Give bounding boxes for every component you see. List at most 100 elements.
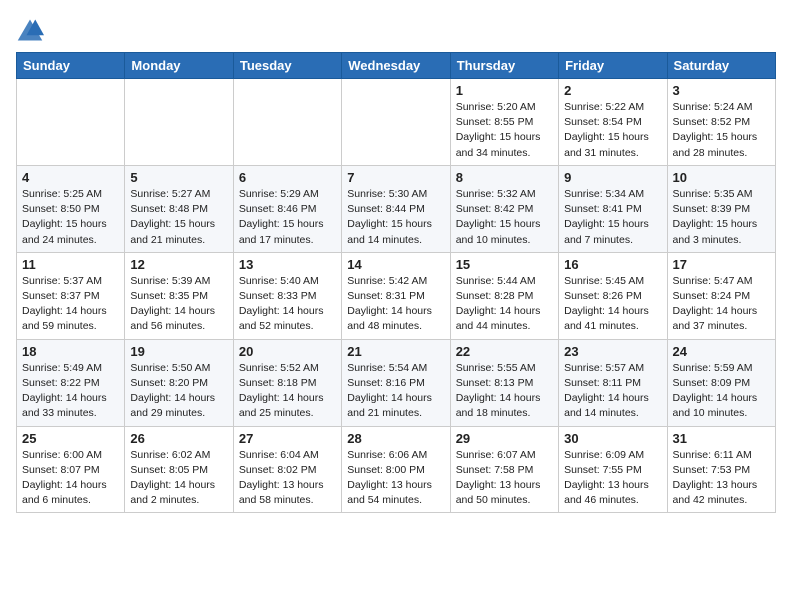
day-info: Sunrise: 5:52 AM Sunset: 8:18 PM Dayligh…: [239, 361, 336, 422]
day-info: Sunrise: 5:55 AM Sunset: 8:13 PM Dayligh…: [456, 361, 553, 422]
day-number: 18: [22, 344, 119, 359]
calendar-cell: [125, 79, 233, 166]
calendar-cell: 21Sunrise: 5:54 AM Sunset: 8:16 PM Dayli…: [342, 339, 450, 426]
day-info: Sunrise: 5:29 AM Sunset: 8:46 PM Dayligh…: [239, 187, 336, 248]
day-number: 16: [564, 257, 661, 272]
day-info: Sunrise: 5:35 AM Sunset: 8:39 PM Dayligh…: [673, 187, 770, 248]
calendar-cell: 20Sunrise: 5:52 AM Sunset: 8:18 PM Dayli…: [233, 339, 341, 426]
day-number: 8: [456, 170, 553, 185]
day-info: Sunrise: 5:50 AM Sunset: 8:20 PM Dayligh…: [130, 361, 227, 422]
calendar-cell: 16Sunrise: 5:45 AM Sunset: 8:26 PM Dayli…: [559, 252, 667, 339]
calendar-cell: 17Sunrise: 5:47 AM Sunset: 8:24 PM Dayli…: [667, 252, 775, 339]
day-info: Sunrise: 5:25 AM Sunset: 8:50 PM Dayligh…: [22, 187, 119, 248]
calendar-cell: 5 Sunrise: 5:27 AM Sunset: 8:48 PM Daylig…: [125, 165, 233, 252]
day-info: Sunrise: 5:39 AM Sunset: 8:35 PM Dayligh…: [130, 274, 227, 335]
day-number: 9: [564, 170, 661, 185]
day-info: Sunrise: 5:24 AM Sunset: 8:52 PM Dayligh…: [673, 100, 770, 161]
day-info: Sunrise: 5:20 AM Sunset: 8:55 PM Dayligh…: [456, 100, 553, 161]
day-number: 11: [22, 257, 119, 272]
calendar-cell: 14 Sunrise: 5:42 AM Sunset: 8:31 PM Dayli…: [342, 252, 450, 339]
calendar-cell: 6 Sunrise: 5:29 AM Sunset: 8:46 PM Daylig…: [233, 165, 341, 252]
calendar-cell: 26 Sunrise: 6:02 AM Sunset: 8:05 PM Dayli…: [125, 426, 233, 513]
logo-icon: [16, 16, 44, 44]
calendar-cell: 12 Sunrise: 5:39 AM Sunset: 8:35 PM Dayli…: [125, 252, 233, 339]
calendar-cell: 15 Sunrise: 5:44 AM Sunset: 8:28 PM Dayli…: [450, 252, 558, 339]
calendar-cell: 27 Sunrise: 6:04 AM Sunset: 8:02 PM Dayli…: [233, 426, 341, 513]
calendar-week-1: 1 Sunrise: 5:20 AM Sunset: 8:55 PM Daylig…: [17, 79, 776, 166]
weekday-header-thursday: Thursday: [450, 53, 558, 79]
day-number: 1: [456, 83, 553, 98]
calendar-cell: 4 Sunrise: 5:25 AM Sunset: 8:50 PM Daylig…: [17, 165, 125, 252]
day-number: 27: [239, 431, 336, 446]
day-info: Sunrise: 6:07 AM Sunset: 7:58 PM Dayligh…: [456, 448, 553, 509]
calendar-cell: [233, 79, 341, 166]
weekday-header-monday: Monday: [125, 53, 233, 79]
day-number: 31: [673, 431, 770, 446]
weekday-header-saturday: Saturday: [667, 53, 775, 79]
calendar-cell: 3 Sunrise: 5:24 AM Sunset: 8:52 PM Daylig…: [667, 79, 775, 166]
day-number: 30: [564, 431, 661, 446]
calendar-table: SundayMondayTuesdayWednesdayThursdayFrid…: [16, 52, 776, 513]
day-info: Sunrise: 6:09 AM Sunset: 7:55 PM Dayligh…: [564, 448, 661, 509]
day-number: 3: [673, 83, 770, 98]
day-number: 6: [239, 170, 336, 185]
calendar-cell: [342, 79, 450, 166]
calendar-cell: 1 Sunrise: 5:20 AM Sunset: 8:55 PM Daylig…: [450, 79, 558, 166]
calendar-week-5: 25 Sunrise: 6:00 AM Sunset: 8:07 PM Dayli…: [17, 426, 776, 513]
calendar-week-3: 11 Sunrise: 5:37 AM Sunset: 8:37 PM Dayli…: [17, 252, 776, 339]
calendar-cell: [17, 79, 125, 166]
weekday-header-tuesday: Tuesday: [233, 53, 341, 79]
calendar-cell: 9Sunrise: 5:34 AM Sunset: 8:41 PM Daylig…: [559, 165, 667, 252]
calendar-cell: 13Sunrise: 5:40 AM Sunset: 8:33 PM Dayli…: [233, 252, 341, 339]
calendar-cell: 2Sunrise: 5:22 AM Sunset: 8:54 PM Daylig…: [559, 79, 667, 166]
day-number: 15: [456, 257, 553, 272]
calendar-cell: 30 Sunrise: 6:09 AM Sunset: 7:55 PM Dayli…: [559, 426, 667, 513]
calendar-week-4: 18 Sunrise: 5:49 AM Sunset: 8:22 PM Dayli…: [17, 339, 776, 426]
calendar-cell: 24Sunrise: 5:59 AM Sunset: 8:09 PM Dayli…: [667, 339, 775, 426]
day-number: 28: [347, 431, 444, 446]
day-info: Sunrise: 5:27 AM Sunset: 8:48 PM Dayligh…: [130, 187, 227, 248]
day-number: 5: [130, 170, 227, 185]
calendar-cell: 31 Sunrise: 6:11 AM Sunset: 7:53 PM Dayli…: [667, 426, 775, 513]
day-number: 22: [456, 344, 553, 359]
calendar-cell: 19 Sunrise: 5:50 AM Sunset: 8:20 PM Dayli…: [125, 339, 233, 426]
day-info: Sunrise: 5:30 AM Sunset: 8:44 PM Dayligh…: [347, 187, 444, 248]
day-info: Sunrise: 5:37 AM Sunset: 8:37 PM Dayligh…: [22, 274, 119, 335]
weekday-header-wednesday: Wednesday: [342, 53, 450, 79]
calendar-cell: 28 Sunrise: 6:06 AM Sunset: 8:00 PM Dayli…: [342, 426, 450, 513]
calendar-week-2: 4 Sunrise: 5:25 AM Sunset: 8:50 PM Daylig…: [17, 165, 776, 252]
calendar-cell: 11 Sunrise: 5:37 AM Sunset: 8:37 PM Dayli…: [17, 252, 125, 339]
day-info: Sunrise: 6:06 AM Sunset: 8:00 PM Dayligh…: [347, 448, 444, 509]
day-number: 14: [347, 257, 444, 272]
day-info: Sunrise: 5:57 AM Sunset: 8:11 PM Dayligh…: [564, 361, 661, 422]
day-info: Sunrise: 5:49 AM Sunset: 8:22 PM Dayligh…: [22, 361, 119, 422]
logo: [16, 16, 48, 44]
day-info: Sunrise: 6:04 AM Sunset: 8:02 PM Dayligh…: [239, 448, 336, 509]
day-info: Sunrise: 6:00 AM Sunset: 8:07 PM Dayligh…: [22, 448, 119, 509]
day-info: Sunrise: 6:11 AM Sunset: 7:53 PM Dayligh…: [673, 448, 770, 509]
calendar-cell: 18 Sunrise: 5:49 AM Sunset: 8:22 PM Dayli…: [17, 339, 125, 426]
day-number: 12: [130, 257, 227, 272]
day-info: Sunrise: 5:44 AM Sunset: 8:28 PM Dayligh…: [456, 274, 553, 335]
day-number: 13: [239, 257, 336, 272]
calendar-header-row: SundayMondayTuesdayWednesdayThursdayFrid…: [17, 53, 776, 79]
day-number: 25: [22, 431, 119, 446]
calendar-cell: 25 Sunrise: 6:00 AM Sunset: 8:07 PM Dayli…: [17, 426, 125, 513]
day-info: Sunrise: 5:32 AM Sunset: 8:42 PM Dayligh…: [456, 187, 553, 248]
day-number: 19: [130, 344, 227, 359]
day-info: Sunrise: 6:02 AM Sunset: 8:05 PM Dayligh…: [130, 448, 227, 509]
weekday-header-sunday: Sunday: [17, 53, 125, 79]
weekday-header-friday: Friday: [559, 53, 667, 79]
day-number: 4: [22, 170, 119, 185]
day-info: Sunrise: 5:22 AM Sunset: 8:54 PM Dayligh…: [564, 100, 661, 161]
day-info: Sunrise: 5:42 AM Sunset: 8:31 PM Dayligh…: [347, 274, 444, 335]
calendar-cell: 29Sunrise: 6:07 AM Sunset: 7:58 PM Dayli…: [450, 426, 558, 513]
calendar-cell: 22 Sunrise: 5:55 AM Sunset: 8:13 PM Dayli…: [450, 339, 558, 426]
day-info: Sunrise: 5:59 AM Sunset: 8:09 PM Dayligh…: [673, 361, 770, 422]
calendar-cell: 23Sunrise: 5:57 AM Sunset: 8:11 PM Dayli…: [559, 339, 667, 426]
page-header: [16, 16, 776, 44]
day-info: Sunrise: 5:47 AM Sunset: 8:24 PM Dayligh…: [673, 274, 770, 335]
day-number: 26: [130, 431, 227, 446]
calendar-cell: 10 Sunrise: 5:35 AM Sunset: 8:39 PM Dayli…: [667, 165, 775, 252]
day-number: 10: [673, 170, 770, 185]
